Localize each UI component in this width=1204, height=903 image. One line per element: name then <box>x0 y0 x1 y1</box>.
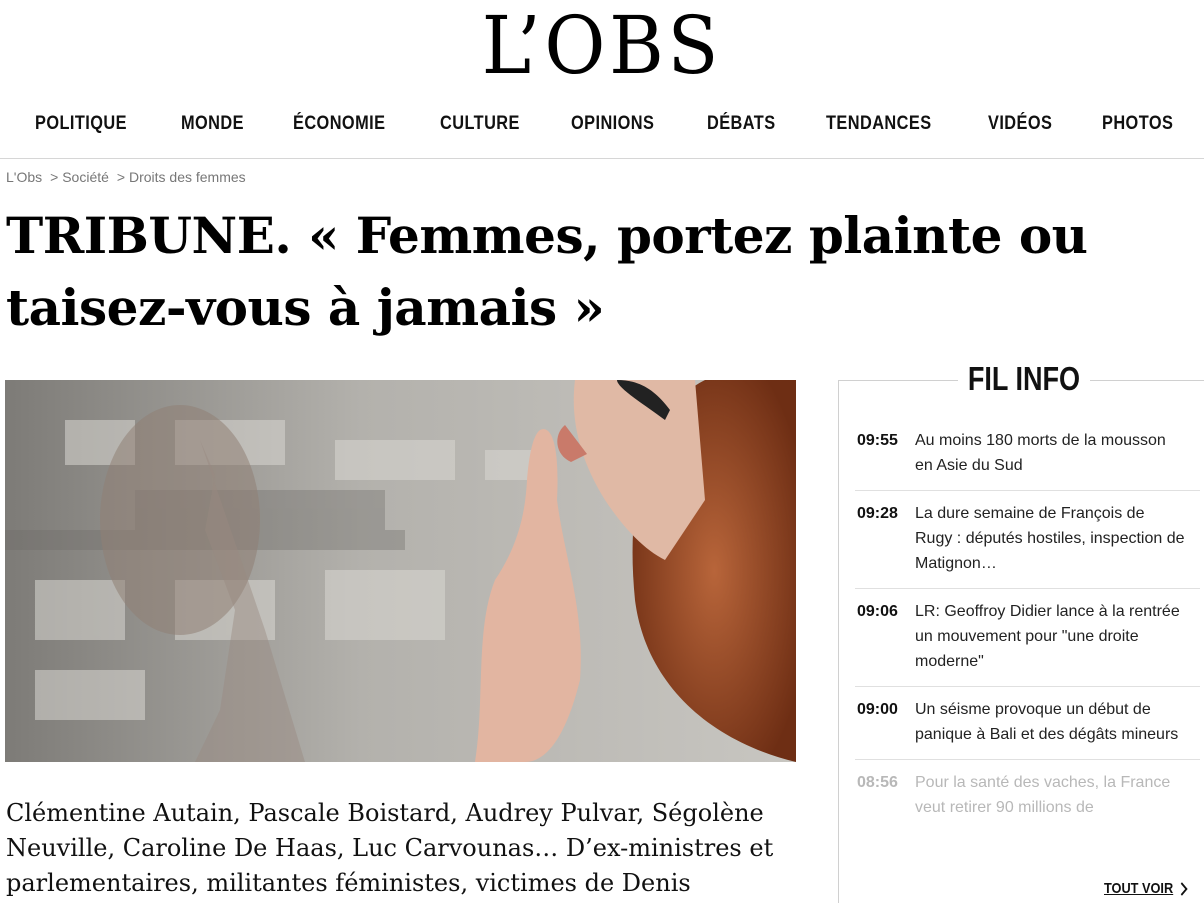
tout-voir-label: TOUT VOIR <box>1104 880 1174 897</box>
article-lead: Clémentine Autain, Pascale Boistard, Aud… <box>6 799 774 897</box>
fil-info-list: 09:55 Au moins 180 morts de la mousson e… <box>855 418 1200 832</box>
fil-info-heading: FIL INFO <box>958 359 1090 399</box>
fil-info-item[interactable]: 08:56 Pour la santé des vaches, la Franc… <box>855 760 1200 832</box>
breadcrumb-subsection[interactable]: > Droits des femmes <box>117 169 246 185</box>
nav-item-videos[interactable]: VIDÉOS <box>988 113 1052 135</box>
nav-item-culture[interactable]: CULTURE <box>440 113 520 135</box>
tout-voir-link[interactable]: TOUT VOIR <box>1104 880 1188 897</box>
nav-item-politique[interactable]: POLITIQUE <box>35 113 127 135</box>
nav-item-economie[interactable]: ÉCONOMIE <box>293 113 385 135</box>
hero-photo <box>5 380 796 762</box>
fil-info-time: 09:00 <box>857 701 898 718</box>
breadcrumb: L'Obs > Société > Droits des femmes <box>6 169 246 185</box>
site-logo[interactable]: L’OBS <box>42 0 1162 95</box>
fil-info-item[interactable]: 09:00 Un séisme provoque un début de pan… <box>855 687 1200 760</box>
chevron-right-icon <box>1181 881 1188 896</box>
fil-info-item[interactable]: 09:06 LR: Geoffroy Didier lance à la ren… <box>855 589 1200 687</box>
fil-info-text[interactable]: Un séisme provoque un début de panique à… <box>915 697 1185 747</box>
breadcrumb-section[interactable]: > Société <box>50 169 109 185</box>
article-hero-image <box>5 380 796 762</box>
nav-item-debats[interactable]: DÉBATS <box>707 113 776 135</box>
article-title: TRIBUNE. « Femmes, portez plainte ou tai… <box>6 206 1088 337</box>
nav-divider <box>0 158 1204 159</box>
fil-info-text[interactable]: LR: Geoffroy Didier lance à la rentrée u… <box>915 599 1185 674</box>
fil-info-time: 09:06 <box>857 603 898 620</box>
nav-item-opinions[interactable]: OPINIONS <box>571 113 654 135</box>
main-nav: POLITIQUE MONDE ÉCONOMIE CULTURE OPINION… <box>0 104 1204 144</box>
fil-info-text[interactable]: La dure semaine de François de Rugy : dé… <box>915 501 1185 576</box>
fil-info-time: 09:28 <box>857 505 898 522</box>
nav-item-photos[interactable]: PHOTOS <box>1102 113 1173 135</box>
fil-info-text[interactable]: Pour la santé des vaches, la France veut… <box>915 770 1185 820</box>
fil-info-item[interactable]: 09:28 La dure semaine de François de Rug… <box>855 491 1200 589</box>
nav-item-monde[interactable]: MONDE <box>181 113 244 135</box>
fil-info-item[interactable]: 09:55 Au moins 180 morts de la mousson e… <box>855 418 1200 491</box>
fil-info-text[interactable]: Au moins 180 morts de la mousson en Asie… <box>915 428 1185 478</box>
breadcrumb-home[interactable]: L'Obs <box>6 169 42 185</box>
fil-info-time: 09:55 <box>857 432 898 449</box>
fil-info-time: 08:56 <box>857 774 898 791</box>
nav-item-tendances[interactable]: TENDANCES <box>826 113 932 135</box>
